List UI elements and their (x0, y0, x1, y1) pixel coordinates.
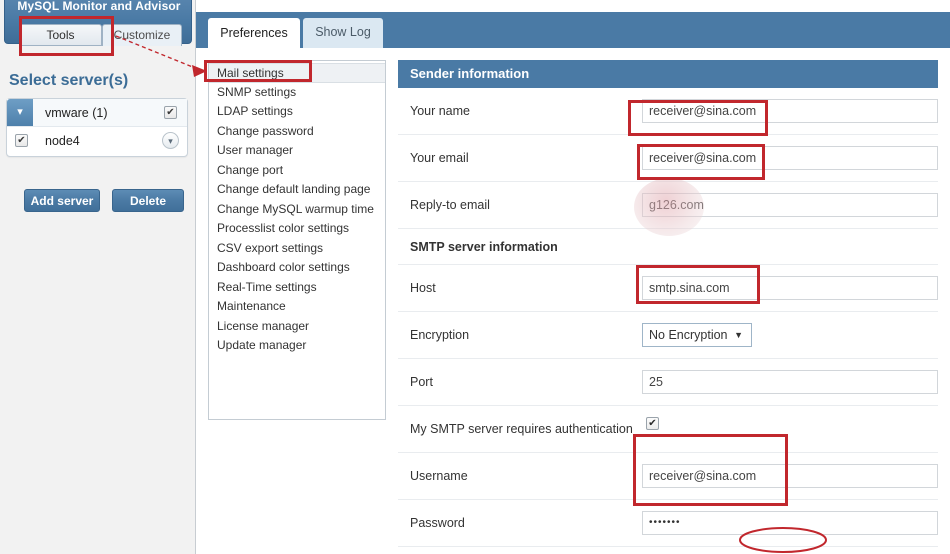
server-group-checkbox[interactable]: ✔ (164, 106, 177, 119)
label-port: Port (410, 375, 433, 389)
label-my-smtp-server-requires-authentication: My SMTP server requires authentication (410, 422, 633, 436)
menu-item-change-port[interactable]: Change port (209, 161, 385, 181)
input-username[interactable]: receiver@sina.com (642, 464, 938, 488)
input-your-email[interactable]: receiver@sina.com (642, 146, 938, 170)
checkbox-my-smtp-server-requires-authentication[interactable]: ✔ (646, 417, 659, 430)
server-node-label: node4 (45, 134, 80, 148)
select-servers-heading: Select server(s) (9, 72, 129, 89)
chevron-down-icon[interactable]: ▾ (7, 99, 33, 126)
menu-item-mail-settings[interactable]: Mail settings (209, 63, 385, 83)
form-row-your-name: Your name receiver@sina.com (398, 88, 938, 135)
label-smtp-server-information: SMTP server information (410, 239, 558, 254)
form-row-your-email: Your email receiver@sina.com (398, 135, 938, 182)
settings-menu-list: Mail settings SNMP settings LDAP settings C… (209, 61, 385, 356)
label-password: Password (410, 516, 465, 530)
menu-item-change-default-landing-page[interactable]: Change default landing page (209, 180, 385, 200)
form-row-reply-to-email: Reply-to email g126.com (398, 182, 938, 229)
menu-item-processlist-color-settings[interactable]: Processlist color settings (209, 219, 385, 239)
delete-button[interactable]: Delete (112, 189, 184, 212)
menu-item-maintenance[interactable]: Maintenance (209, 297, 385, 317)
server-row-node[interactable]: ✔ node4 ▾ (7, 127, 187, 155)
form-row-password: Password ••••••• (398, 500, 938, 547)
input-password[interactable]: ••••••• (642, 511, 938, 535)
input-host[interactable]: smtp.sina.com (642, 276, 938, 300)
form-row-my-smtp-server-requires-authentication: My SMTP server requires authentication ✔ (398, 406, 938, 453)
form-section-header: Sender information (398, 60, 938, 88)
settings-menu-panel: Mail settings SNMP settings LDAP settings C… (208, 60, 386, 420)
form-row-username: Username receiver@sina.com (398, 453, 938, 500)
tab-show-log[interactable]: Show Log (303, 18, 383, 48)
left-sidebar: MySQL Monitor and Advisor Tools Customiz… (0, 0, 196, 554)
app-title: MySQL Monitor and Advisor (17, 0, 181, 13)
menu-item-csv-export-settings[interactable]: CSV export settings (209, 239, 385, 259)
select-encryption[interactable]: No Encryption ▼ (642, 323, 752, 347)
screenshot-root: MySQL Monitor and Advisor Tools Customiz… (0, 0, 950, 554)
server-group-label: vmware (1) (45, 106, 108, 120)
form-row-host: Host smtp.sina.com (398, 265, 938, 312)
content-area: Preferences Show Log Mail settings SNMP s… (196, 0, 950, 554)
input-port[interactable]: 25 (642, 370, 938, 394)
menu-item-change-password[interactable]: Change password (209, 122, 385, 142)
menu-item-real-time-settings[interactable]: Real-Time settings (209, 278, 385, 298)
mail-settings-form: Sender information Your name receiver@sin… (398, 60, 938, 554)
tab-preferences[interactable]: Preferences (208, 18, 300, 48)
form-row-encryption: Encryption No Encryption ▼ (398, 312, 938, 359)
menu-item-update-manager[interactable]: Update manager (209, 336, 385, 356)
label-reply-to-email: Reply-to email (410, 198, 490, 212)
server-node-checkbox[interactable]: ✔ (15, 134, 28, 147)
tools-tab[interactable]: Tools (19, 24, 102, 46)
label-your-name: Your name (410, 104, 470, 118)
label-your-email: Your email (410, 151, 469, 165)
menu-item-snmp-settings[interactable]: SNMP settings (209, 83, 385, 103)
server-list: ▾ vmware (1) ✔ ✔ node4 ▾ (6, 98, 188, 157)
input-reply-to-email[interactable]: g126.com (642, 193, 938, 217)
chevron-down-icon: ▼ (734, 330, 743, 340)
add-server-button[interactable]: Add server (24, 189, 100, 212)
select-value: No Encryption (649, 328, 728, 342)
menu-item-ldap-settings[interactable]: LDAP settings (209, 102, 385, 122)
label-username: Username (410, 469, 468, 483)
form-row-smtp-server-information: SMTP server information (398, 229, 938, 265)
form-rows: Your name receiver@sina.com Your email rece… (398, 88, 938, 547)
menu-item-dashboard-color-settings[interactable]: Dashboard color settings (209, 258, 385, 278)
form-row-port: Port 25 (398, 359, 938, 406)
menu-item-change-mysql-warmup-time[interactable]: Change MySQL warmup time (209, 200, 385, 220)
form-actions: Save Test Settings (398, 547, 938, 554)
tab-bar: Preferences Show Log (196, 12, 950, 48)
chevron-down-icon[interactable]: ▾ (162, 132, 179, 149)
input-your-name[interactable]: receiver@sina.com (642, 99, 938, 123)
menu-item-user-manager[interactable]: User manager (209, 141, 385, 161)
label-encryption: Encryption (410, 328, 470, 342)
label-host: Host (410, 281, 436, 295)
customize-tab[interactable]: Customize (102, 24, 182, 46)
server-row-group[interactable]: ▾ vmware (1) ✔ (7, 99, 187, 127)
menu-item-license-manager[interactable]: License manager (209, 317, 385, 337)
